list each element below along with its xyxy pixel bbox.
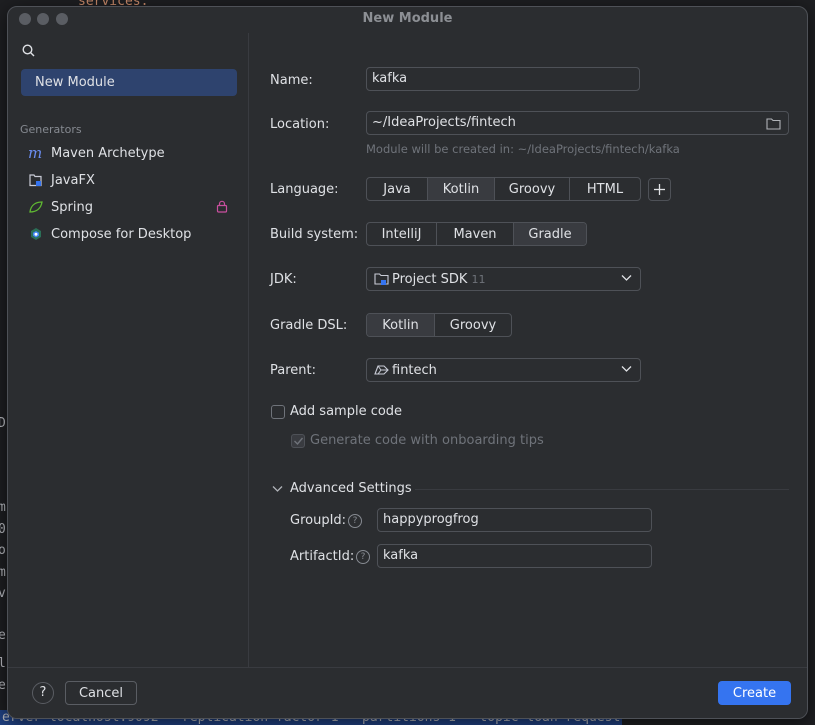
sidebar-item-label: New Module [35,75,115,90]
checkmark-icon [294,437,304,446]
zoom-window-icon[interactable] [56,13,68,25]
build-system-selector: IntelliJ Maven Gradle [366,222,587,246]
dialog-title: New Module [362,11,453,26]
parent-dropdown[interactable]: fintech [366,358,641,382]
plus-icon [654,184,665,195]
parent-value: fintech [392,363,437,378]
chevron-down-icon [621,275,632,281]
sidebar-item-maven-archetype[interactable]: m Maven Archetype [28,143,238,165]
sidebar-item-new-module[interactable]: New Module [21,69,237,96]
new-module-dialog: New Module New Module Generators m Maven… [7,6,808,719]
build-option-intellij[interactable]: IntelliJ [367,223,437,245]
search-field[interactable] [20,41,240,61]
search-icon [22,44,35,57]
background-char: e [0,678,6,693]
jdk-value: Project SDK 11 [392,272,486,287]
background-char: m [0,565,6,580]
svg-text:m: m [28,145,42,161]
build-option-gradle[interactable]: Gradle [514,223,586,245]
dsl-option-groovy[interactable]: Groovy [435,314,511,336]
background-char: D [0,416,6,431]
module-form: Name: kafka Location: ~/IdeaProjects/fin… [250,33,807,667]
spring-icon [29,201,43,213]
jdk-version: 11 [471,273,486,286]
titlebar: New Module [8,7,807,33]
folder-icon[interactable] [766,117,781,130]
background-char: e [0,628,6,643]
module-icon [374,365,389,375]
artifactid-label: ArtifactId: [290,549,355,564]
sidebar-item-spring[interactable]: Spring [28,197,238,219]
groupid-field[interactable]: happyprogfrog [377,508,652,532]
sidebar-item-javafx[interactable]: JavaFX [28,170,238,192]
dsl-option-kotlin[interactable]: Kotlin [367,314,435,336]
jdk-dropdown[interactable]: Project SDK 11 [366,267,641,291]
create-button[interactable]: Create [718,681,791,705]
artifactid-field[interactable]: kafka [377,544,652,568]
chevron-down-icon[interactable] [272,485,283,493]
location-hint: Module will be created in: ~/IdeaProject… [366,142,680,156]
minimize-window-icon[interactable] [37,13,49,25]
language-selector: Java Kotlin Groovy HTML [366,177,641,201]
maven-icon: m [28,145,42,161]
language-option-kotlin[interactable]: Kotlin [428,178,495,200]
chevron-down-icon [621,366,632,372]
generators-header: Generators [20,123,82,136]
cancel-button[interactable]: Cancel [65,681,137,705]
sidebar-item-label: JavaFX [51,173,95,188]
location-field[interactable]: ~/IdeaProjects/fintech [366,111,789,135]
background-char: 0 [0,522,6,537]
add-language-button[interactable] [648,178,671,201]
background-char: o [0,543,6,558]
help-button[interactable]: ? [32,682,54,704]
background-char: m [0,500,6,515]
build-option-maven[interactable]: Maven [437,223,514,245]
add-sample-code-label: Add sample code [290,404,403,419]
sidebar-item-compose-for-desktop[interactable]: Compose for Desktop [28,224,238,246]
compose-icon [31,228,41,240]
advanced-settings-toggle[interactable]: Advanced Settings [290,481,412,496]
language-option-html[interactable]: HTML [570,178,640,200]
language-label: Language: [270,182,339,197]
close-window-icon[interactable] [19,13,31,25]
groupid-label: GroupId: [290,513,347,528]
folder-sdk-icon [374,273,389,285]
location-value: ~/IdeaProjects/fintech [372,115,516,130]
sidebar: New Module Generators m Maven Archetype … [8,33,249,667]
help-icon[interactable]: ? [356,550,370,564]
background-char: v [0,586,6,601]
parent-label: Parent: [270,363,316,378]
name-label: Name: [270,73,313,88]
add-sample-code-checkbox[interactable] [271,405,285,419]
help-icon[interactable]: ? [348,514,362,528]
dialog-footer: ? Cancel Create [8,667,807,718]
language-option-groovy[interactable]: Groovy [495,178,570,200]
jdk-label: JDK: [270,272,297,287]
background-char: l [0,656,6,671]
javafx-icon [29,174,42,187]
sidebar-item-label: Spring [51,200,93,215]
language-option-java[interactable]: Java [367,178,428,200]
onboarding-tips-checkbox[interactable] [291,434,305,448]
gradle-dsl-label: Gradle DSL: [270,318,348,333]
build-system-label: Build system: [270,227,359,242]
gradle-dsl-selector: Kotlin Groovy [366,313,512,337]
sidebar-item-label: Compose for Desktop [51,227,192,242]
name-field[interactable]: kafka [366,67,640,91]
sidebar-item-label: Maven Archetype [51,146,165,161]
location-label: Location: [270,117,330,132]
lock-icon [216,200,228,213]
onboarding-tips-label: Generate code with onboarding tips [310,433,544,448]
divider [415,489,789,490]
